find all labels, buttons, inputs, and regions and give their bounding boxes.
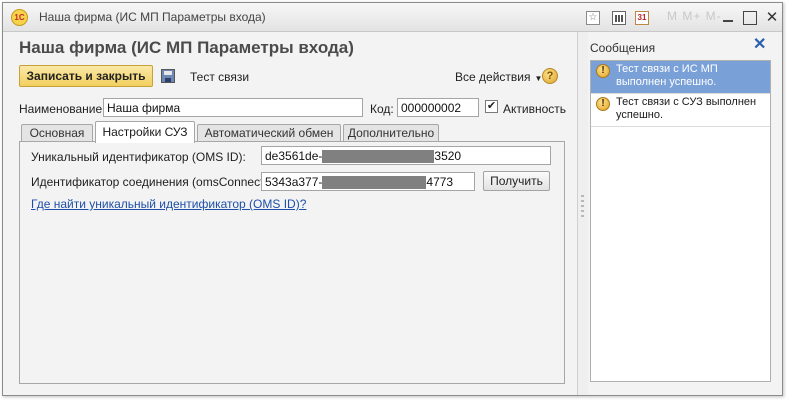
window-title: Наша фирма (ИС МП Параметры входа) [39,10,266,24]
oms-id-field[interactable]: de3561de- 3520 [261,146,551,165]
help-icon[interactable]: ? [542,68,558,84]
oms-connection-suffix: 4773 [426,175,454,189]
name-field[interactable]: Наша фирма [103,98,363,117]
messages-pane: Сообщения ✕ ! Тест связи с ИС МП выполне… [588,32,782,395]
oms-connection-field[interactable]: 5343a377- 4773 [261,172,475,191]
splitter-grip[interactable] [581,195,584,217]
message-text: Тест связи с ИС МП выполнен успешно. [616,63,718,88]
save-floppy-icon[interactable] [161,69,175,83]
all-actions-menu[interactable]: Все действия ▼ [455,70,542,84]
message-item[interactable]: ! Тест связи с ИС МП выполнен успешно. [591,61,770,94]
warning-icon: ! [596,97,610,111]
favorites-star-icon[interactable]: ☆ [586,11,600,25]
active-checkbox[interactable]: ✔ [485,100,498,113]
title-bar: 1С Наша фирма (ИС МП Параметры входа) ☆ … [3,3,782,32]
oms-id-help-link[interactable]: Где найти уникальный идентификатор (OMS … [31,197,306,211]
main-window: 1С Наша фирма (ИС МП Параметры входа) ☆ … [2,2,783,396]
form-title: Наша фирма (ИС МП Параметры входа) [19,38,354,57]
calculator-icon[interactable] [612,11,626,25]
messages-close-icon[interactable]: ✕ [753,37,766,53]
calendar-icon[interactable]: 31 [635,11,649,25]
tab-auto-exchange[interactable]: Автоматический обмен [197,124,341,142]
messages-title: Сообщения [590,41,656,55]
oms-connection-label: Идентификатор соединения (omsConnection)… [31,175,287,189]
oms-id-label: Уникальный идентификатор (OMS ID): [31,150,246,164]
form-pane: Наша фирма (ИС МП Параметры входа) Запис… [3,32,577,395]
oms-id-suffix: 3520 [434,149,462,163]
tab-main[interactable]: Основная [21,124,93,142]
window-close-icon[interactable]: ✕ [765,10,779,25]
oms-connection-prefix: 5343a377- [265,175,323,189]
tab-suz-settings[interactable]: Настройки СУЗ [95,121,195,143]
code-field[interactable]: 000000002 [397,98,479,117]
pane-splitter[interactable] [577,32,588,395]
app-logo-icon[interactable]: 1С [11,9,28,26]
memory-buttons[interactable]: M M+ M- [667,9,722,23]
code-label: Код: [370,102,394,116]
name-label: Наименование: [19,102,106,116]
all-actions-label: Все действия [455,70,531,84]
maximize-icon[interactable] [743,11,757,25]
redaction-block [322,176,427,190]
messages-list: ! Тест связи с ИС МП выполнен успешно. !… [590,60,771,382]
message-item[interactable]: ! Тест связи с СУЗ выполнен успешно. [591,94,770,127]
active-label: Активность [503,102,567,116]
tab-additional[interactable]: Дополнительно [343,124,439,142]
message-text: Тест связи с СУЗ выполнен успешно. [616,96,757,121]
test-connection-button[interactable]: Тест связи [190,70,249,84]
get-button[interactable]: Получить [483,171,550,191]
save-and-close-button[interactable]: Записать и закрыть [19,65,153,87]
minimize-icon[interactable] [721,11,735,25]
redaction-block [322,150,435,164]
oms-id-prefix: de3561de- [265,149,323,163]
warning-icon: ! [596,64,610,78]
